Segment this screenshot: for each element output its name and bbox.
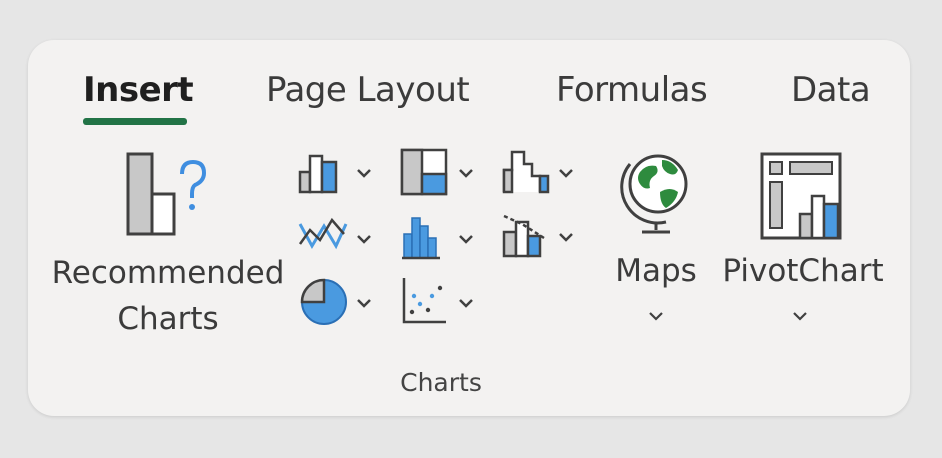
pivotchart-icon xyxy=(760,152,842,240)
recommended-charts-icon xyxy=(126,152,207,236)
tab-insert[interactable]: Insert xyxy=(83,70,194,110)
maps-chevron-down-icon xyxy=(649,312,663,321)
charts-group-label: Charts xyxy=(400,368,482,397)
maps-label: Maps xyxy=(615,253,697,289)
recommended-label-line2: Charts xyxy=(117,301,219,337)
insert-scatter-chart-button[interactable] xyxy=(398,274,480,328)
insert-waterfall-chart-button[interactable] xyxy=(498,146,580,200)
scatter-chart-icon xyxy=(402,278,473,324)
tab-data[interactable]: Data xyxy=(791,70,871,110)
insert-combo-chart-button[interactable] xyxy=(498,206,580,260)
combo-chart-icon xyxy=(502,214,573,258)
pivotchart-button[interactable]: PivotChart xyxy=(718,146,888,336)
recommended-label-line1: Recommended xyxy=(51,255,285,291)
globe-icon xyxy=(620,154,688,234)
tab-page-layout[interactable]: Page Layout xyxy=(266,70,470,110)
tab-formulas[interactable]: Formulas xyxy=(556,70,708,110)
insert-hierarchy-chart-button[interactable] xyxy=(398,146,480,200)
maps-button[interactable]: Maps xyxy=(606,146,706,336)
pivotchart-label: PivotChart xyxy=(722,253,884,289)
pivotchart-chevron-down-icon xyxy=(793,312,807,321)
recommended-charts-button[interactable]: Recommended Charts xyxy=(48,140,288,340)
active-tab-indicator xyxy=(83,118,187,125)
insert-pie-chart-button[interactable] xyxy=(296,274,378,328)
pie-chart-icon xyxy=(300,278,371,325)
line-chart-icon xyxy=(298,217,371,250)
waterfall-chart-icon xyxy=(502,150,573,194)
insert-column-chart-button[interactable] xyxy=(296,146,378,200)
insert-statistic-chart-button[interactable] xyxy=(398,210,480,264)
statistic-chart-icon xyxy=(402,217,473,260)
insert-line-chart-button[interactable] xyxy=(296,210,378,264)
column-chart-icon xyxy=(298,154,371,194)
hierarchy-chart-icon xyxy=(400,148,473,196)
